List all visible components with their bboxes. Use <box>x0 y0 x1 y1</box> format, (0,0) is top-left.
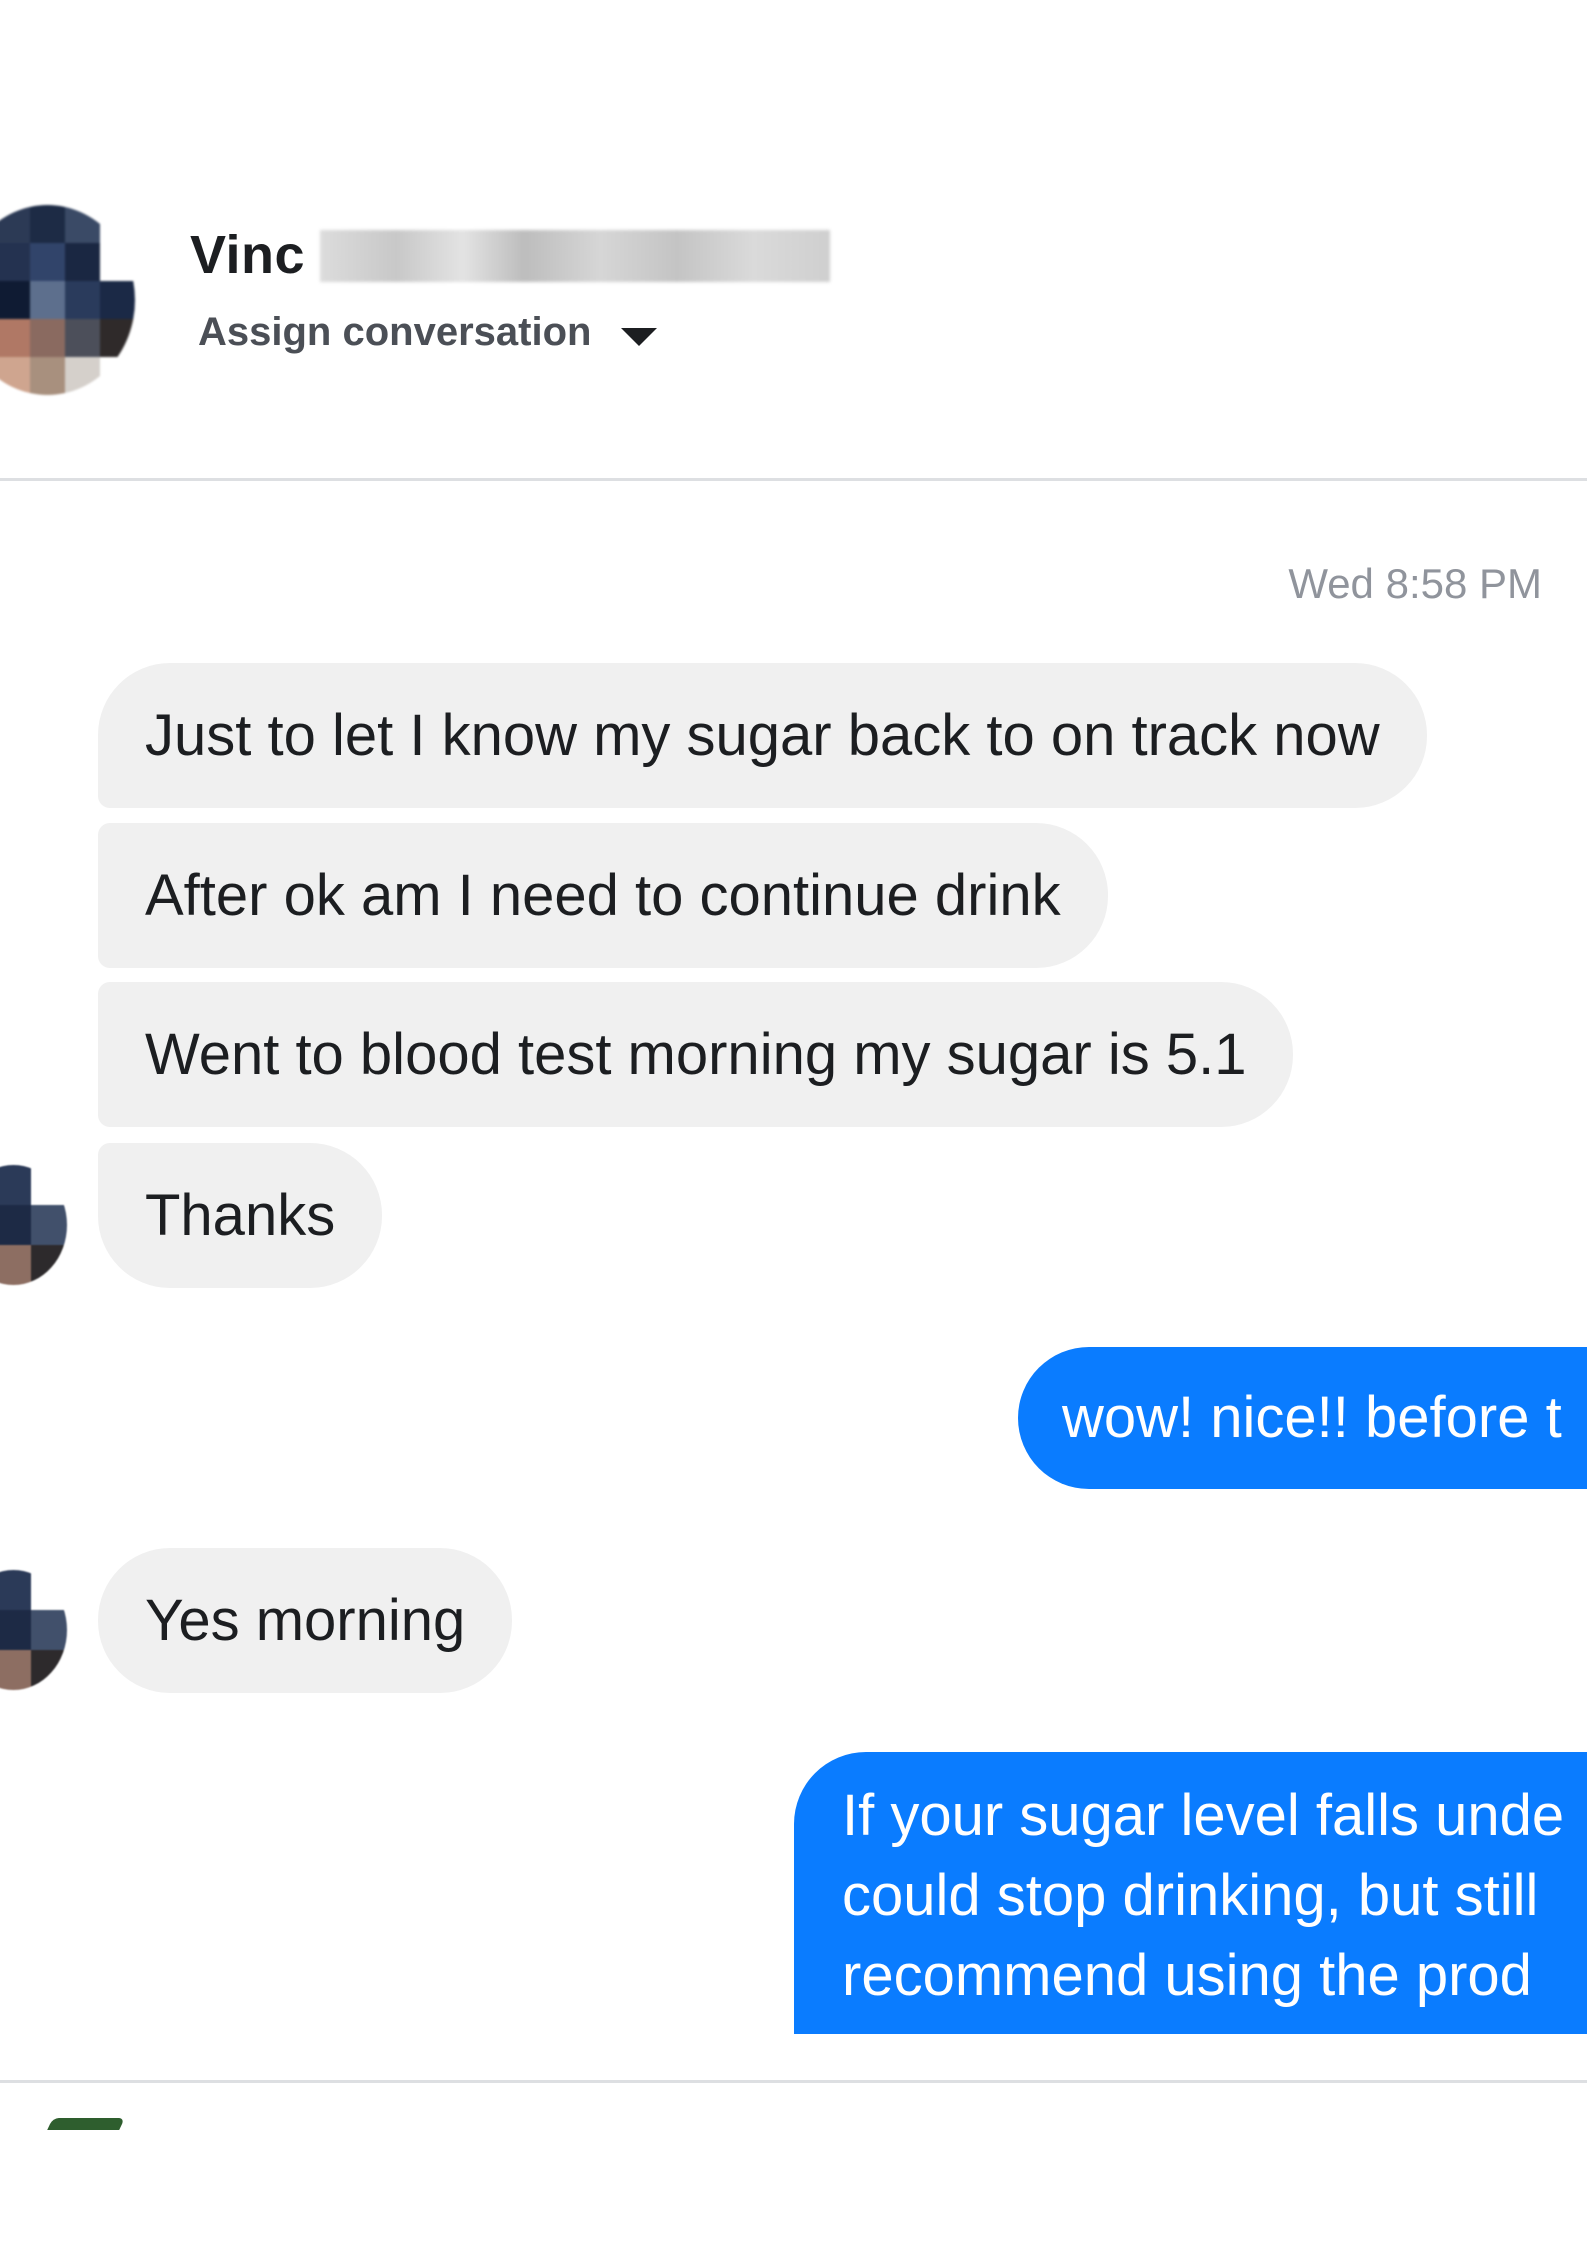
composer-divider <box>0 2080 1587 2083</box>
sender-avatar[interactable] <box>0 1165 67 1285</box>
messenger-conversation: Vinc Assign conversation Wed 8:58 PM Jus… <box>0 0 1587 2245</box>
name-redaction-blur <box>320 230 830 282</box>
assign-conversation-dropdown[interactable]: Assign conversation <box>198 310 658 355</box>
incoming-message[interactable]: Yes morning <box>98 1548 513 1693</box>
contact-name[interactable]: Vinc <box>190 220 305 290</box>
header-divider <box>0 478 1587 481</box>
incoming-message[interactable]: Just to let I know my sugar back to on t… <box>98 663 1427 808</box>
outgoing-message[interactable]: wow! nice!! before t <box>1018 1347 1587 1489</box>
outgoing-message[interactable]: If your sugar level falls unde could sto… <box>794 1752 1587 2034</box>
outgoing-message-line: If your sugar level falls unde <box>842 1783 1565 1848</box>
assign-conversation-label: Assign conversation <box>198 310 592 354</box>
outgoing-message-line: could stop drinking, but still <box>842 1863 1539 1928</box>
composer-icon-partial[interactable] <box>47 2118 125 2130</box>
chevron-down-icon[interactable] <box>621 327 658 346</box>
contact-name-text: Vinc <box>190 225 306 285</box>
sender-avatar[interactable] <box>0 1570 67 1690</box>
message-timestamp: Wed 8:58 PM <box>1288 560 1542 607</box>
contact-avatar[interactable] <box>0 205 135 395</box>
incoming-message[interactable]: Thanks <box>98 1143 383 1288</box>
incoming-message[interactable]: After ok am I need to continue drink <box>98 823 1108 968</box>
incoming-message[interactable]: Went to blood test morning my sugar is 5… <box>98 982 1294 1127</box>
outgoing-message-line: recommend using the prod <box>842 1943 1532 2008</box>
